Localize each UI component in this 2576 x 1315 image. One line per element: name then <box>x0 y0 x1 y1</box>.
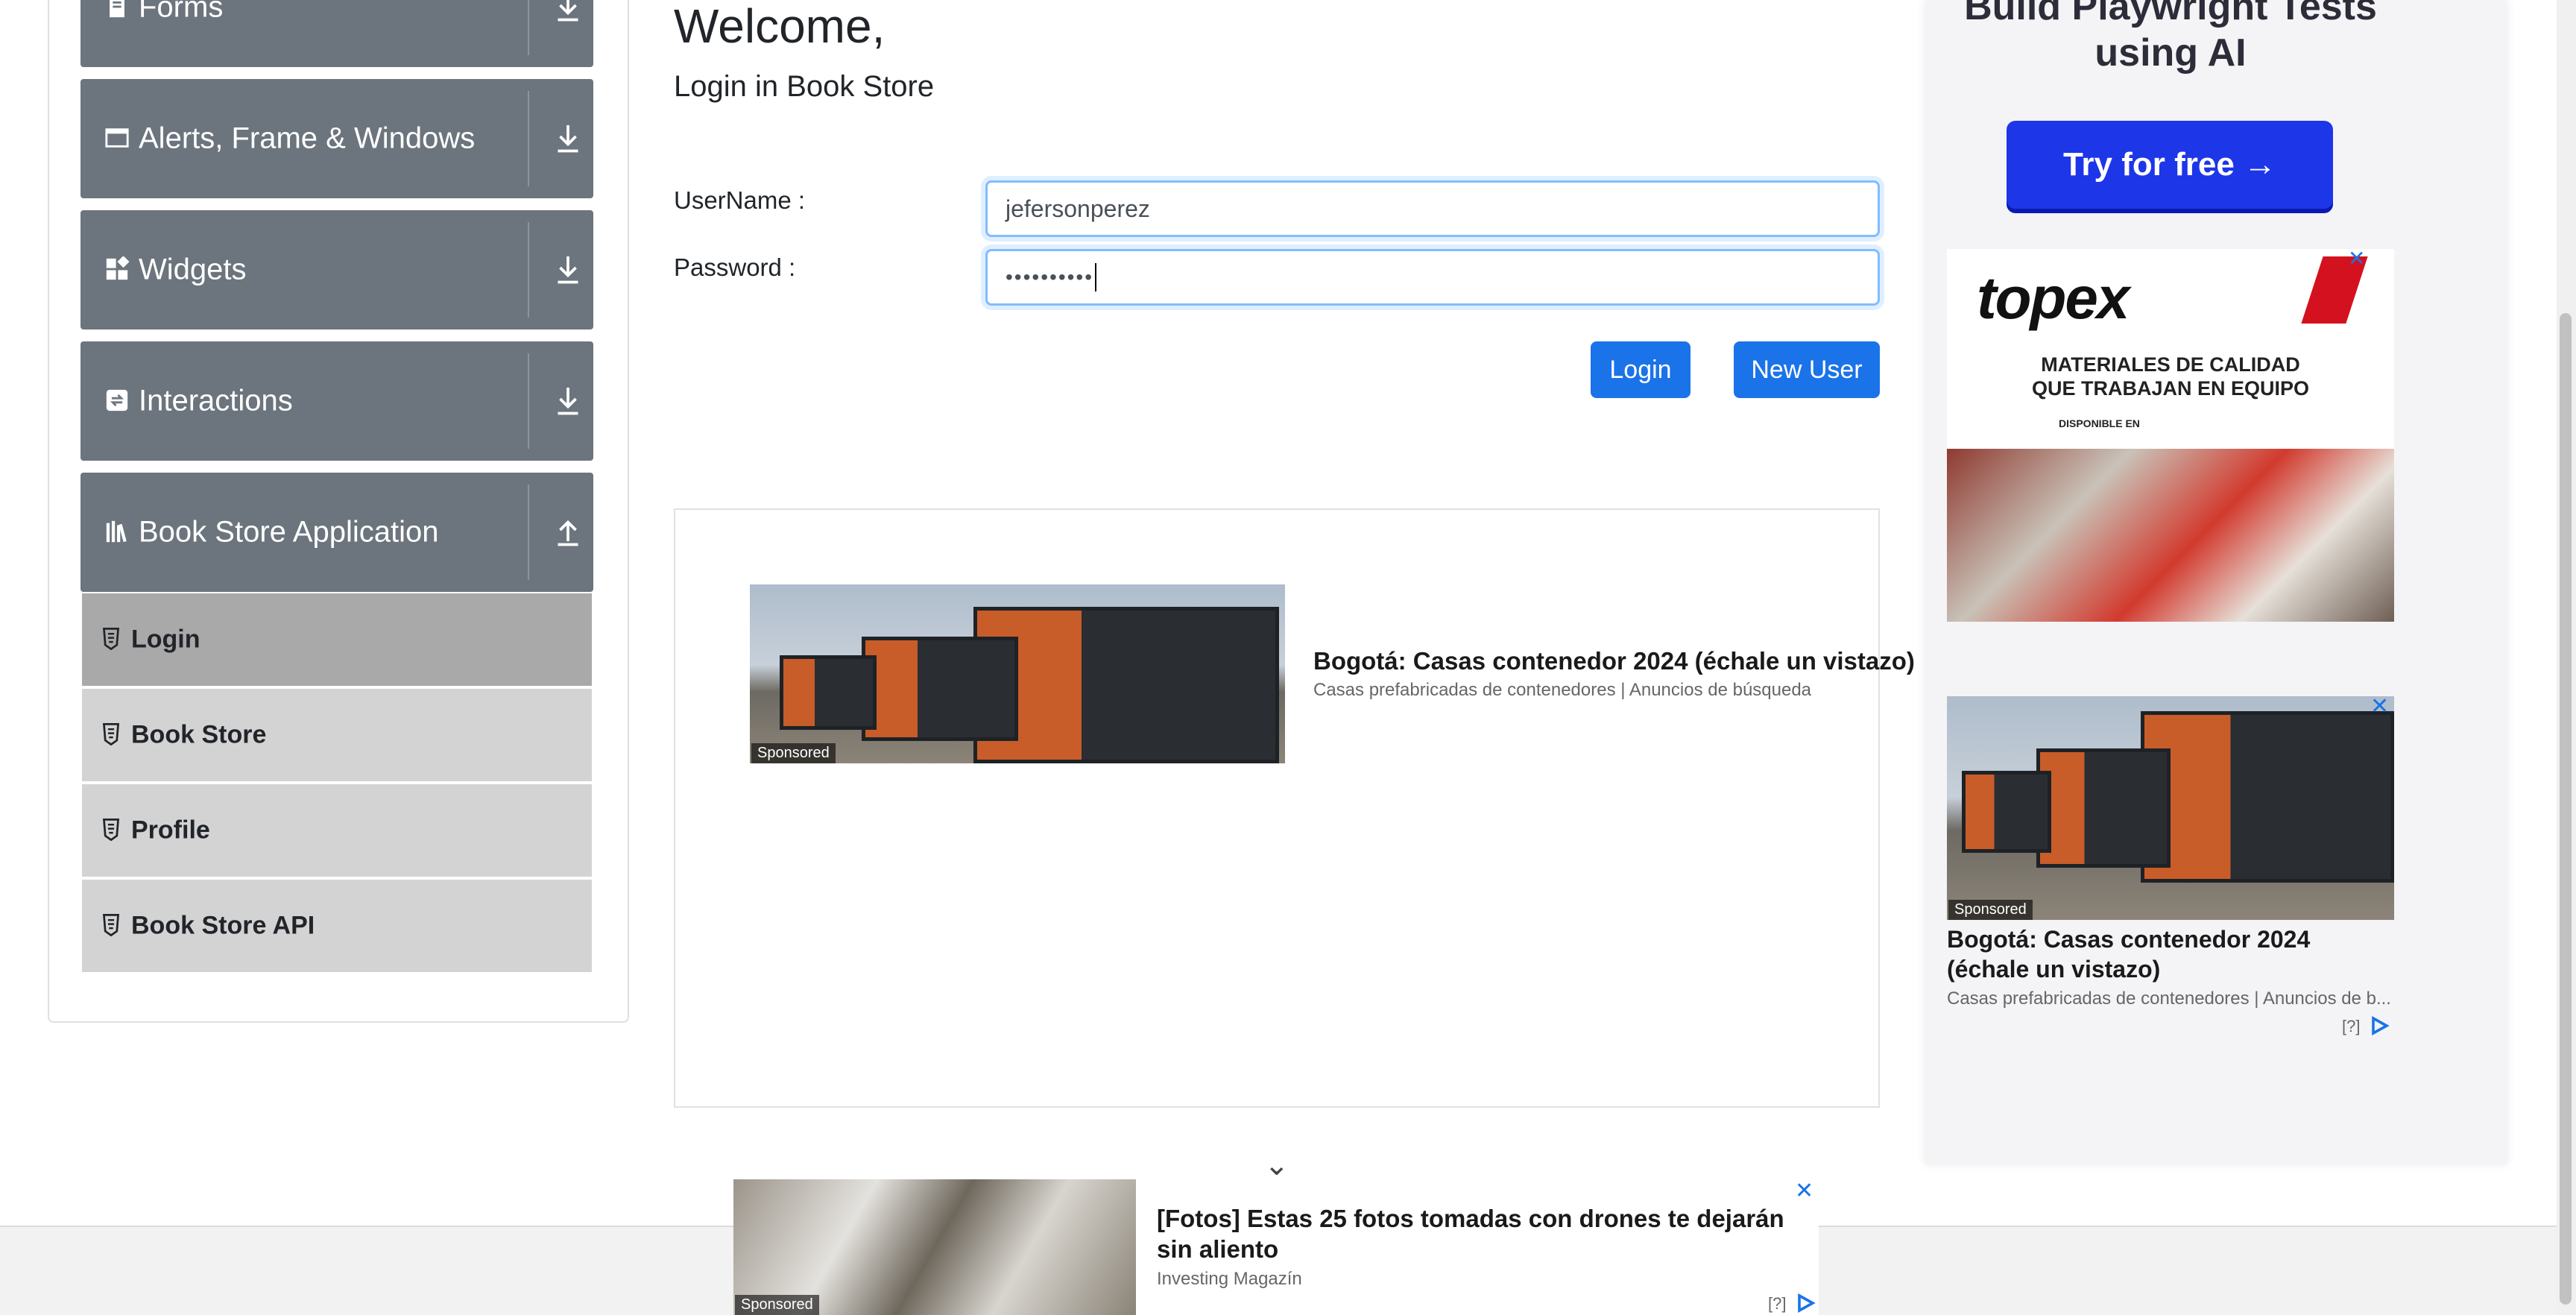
close-ad-icon[interactable]: ✕ <box>2348 246 2365 271</box>
sponsored-label: Sponsored <box>751 743 836 763</box>
download-arrow-icon <box>558 0 578 22</box>
sponsored-label: Sponsored <box>1948 900 2033 920</box>
ad-source: Investing Magazín <box>1157 1269 1302 1289</box>
new-user-button[interactable]: New User <box>1734 341 1880 398</box>
password-value: •••••••••• <box>1006 265 1094 288</box>
page-subtitle: Login in Book Store <box>674 70 935 103</box>
download-arrow-icon <box>558 256 578 284</box>
sidebar-item-label: Login <box>131 625 201 654</box>
group-label: Widgets <box>139 253 247 286</box>
ad-title-link[interactable]: Bogotá: Casas contenedor 2024 (échale un… <box>1947 924 2394 984</box>
sidebar-item-book-store-api[interactable]: Book Store API <box>82 880 592 972</box>
topex-ad[interactable]: topex MATERIALES DE CALIDAD QUE TRABAJAN… <box>1947 249 2394 622</box>
divider <box>528 91 529 186</box>
adchoices-icon[interactable] <box>1795 1293 1816 1314</box>
group-label: Forms <box>139 0 224 24</box>
close-ad-icon[interactable]: ✕ <box>2370 693 2389 719</box>
sidebar-item-label: Profile <box>131 816 210 845</box>
widgets-icon <box>106 256 130 280</box>
download-arrow-icon <box>558 388 578 415</box>
ad-title-link[interactable]: Bogotá: Casas contenedor 2024 (échale un… <box>1313 647 1915 675</box>
sidebar-item-label: Book Store API <box>131 911 315 940</box>
container-house-shape <box>2036 748 2171 868</box>
group-label: Book Store Application <box>139 515 439 549</box>
username-label: UserName : <box>674 186 806 214</box>
topex-tagline-1: MATERIALES DE CALIDAD <box>2041 353 2300 376</box>
group-alerts-frame-windows[interactable]: Alerts, Frame & Windows <box>80 79 593 198</box>
container-house-shape <box>862 637 1018 741</box>
group-label: Interactions <box>139 384 293 417</box>
divider <box>528 222 529 318</box>
scrollbar-thumb[interactable] <box>2560 313 2572 1305</box>
container-house-shape <box>1962 771 2051 853</box>
adchoices-icon[interactable] <box>2369 1015 2390 1036</box>
interactions-icon <box>106 389 128 411</box>
password-label: Password : <box>674 253 796 281</box>
ad-help-link[interactable]: [?] <box>1768 1294 1786 1314</box>
group-widgets[interactable]: Widgets <box>80 210 593 329</box>
document-icon <box>110 0 124 18</box>
try-for-free-button[interactable]: Try for free → <box>2007 121 2333 209</box>
username-input[interactable]: jefersonperez <box>985 180 1880 237</box>
sidebar-item-login[interactable]: Login <box>82 593 592 686</box>
login-button[interactable]: Login <box>1591 341 1690 398</box>
topex-product-photo <box>1947 449 2394 622</box>
group-interactions[interactable]: Interactions <box>80 341 593 461</box>
group-forms[interactable]: Forms <box>80 0 593 67</box>
bottom-ad-image[interactable]: Sponsored <box>733 1179 1136 1315</box>
html5-icon <box>103 723 119 745</box>
group-label: Alerts, Frame & Windows <box>139 122 476 155</box>
sidebar-item-label: Book Store <box>131 720 267 749</box>
container-house-shape <box>780 655 877 730</box>
ad-title-link[interactable]: [Fotos] Estas 25 fotos tomadas con drone… <box>1157 1203 1813 1265</box>
html5-icon <box>103 819 119 841</box>
group-book-store-application[interactable]: Book Store Application <box>80 473 593 592</box>
divider <box>528 353 529 449</box>
divider <box>528 485 529 580</box>
container-house-shape <box>2141 711 2394 883</box>
container-house-shape <box>973 607 1279 763</box>
ad-subtitle: Casas prefabricadas de contenedores | An… <box>1947 988 2391 1009</box>
html5-icon <box>103 914 119 936</box>
window-icon <box>105 128 129 148</box>
sponsored-label: Sponsored <box>735 1295 819 1315</box>
ad-image-container-houses[interactable]: Sponsored <box>750 584 1285 763</box>
ad-headline: Build Playwright Tests using AI <box>1964 0 2377 75</box>
topex-available-at: DISPONIBLE EN <box>2059 417 2140 429</box>
page-title: Welcome, <box>674 0 886 53</box>
collapse-ad-icon[interactable]: ⌄ <box>1264 1148 1289 1182</box>
topex-tagline-2: QUE TRABAJAN EN EQUIPO <box>2031 377 2310 400</box>
html5-icon <box>103 628 119 650</box>
download-arrow-icon <box>558 125 578 153</box>
password-input[interactable]: •••••••••• <box>985 249 1880 306</box>
username-value: jefersonperez <box>1006 195 1150 222</box>
close-ad-icon[interactable]: ✕ <box>1795 1178 1813 1204</box>
upload-arrow-icon <box>558 520 578 546</box>
topex-logo: topex <box>1977 265 2130 331</box>
sidebar-item-book-store[interactable]: Book Store <box>82 689 592 781</box>
ad-image-container-houses[interactable]: Sponsored <box>1947 696 2394 920</box>
ad-subtitle: Casas prefabricadas de contenedores | An… <box>1313 680 1812 700</box>
divider <box>528 0 529 55</box>
text-caret <box>1095 263 1097 291</box>
ad-help-link[interactable]: [?] <box>2342 1017 2360 1036</box>
sidebar-item-profile[interactable]: Profile <box>82 784 592 877</box>
books-icon <box>106 520 127 543</box>
